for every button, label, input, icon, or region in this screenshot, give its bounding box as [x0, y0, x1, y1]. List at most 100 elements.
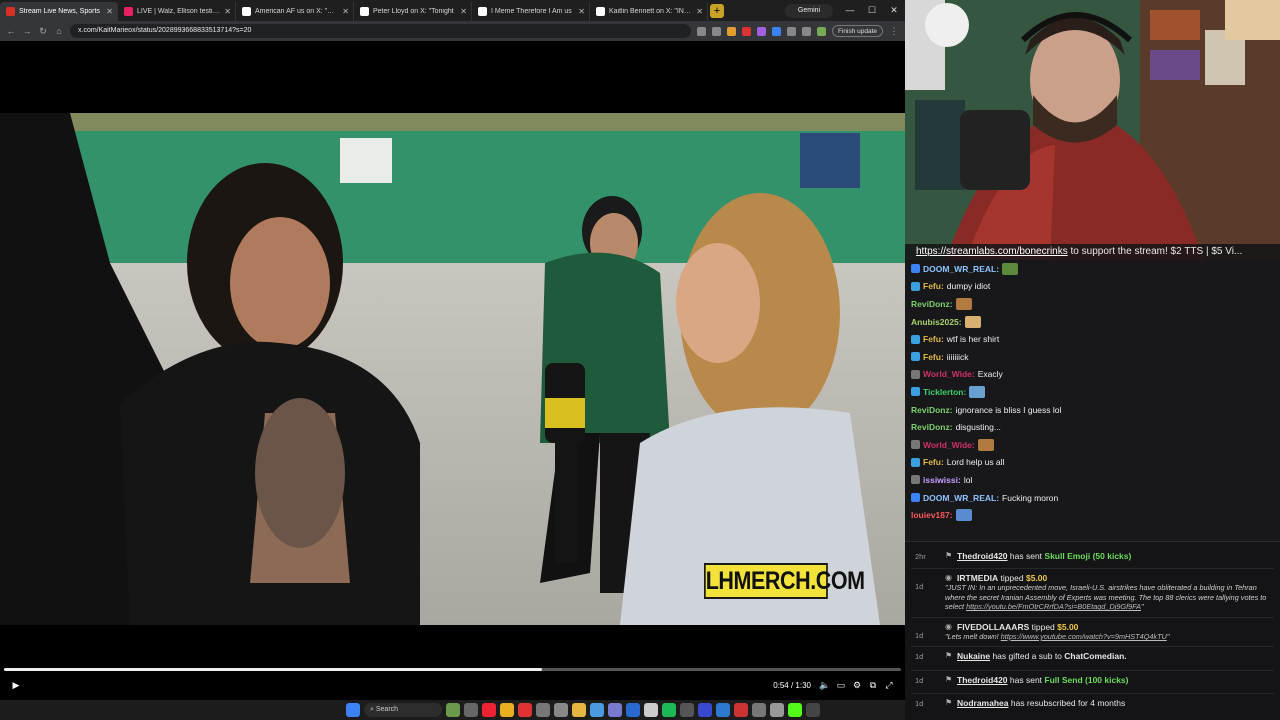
chat-username[interactable]: Fefu: — [923, 457, 944, 467]
chat-username[interactable]: issiwissi: — [923, 475, 961, 485]
chat-username[interactable]: World_Wide: — [923, 440, 975, 450]
maximize-icon[interactable]: ☐ — [861, 0, 883, 21]
app-icon[interactable] — [644, 703, 658, 717]
app-icon[interactable] — [734, 703, 748, 717]
taskbar-search[interactable]: ⌕ Search — [364, 703, 442, 717]
tab-american-af[interactable]: American AF us on X: "BRA ✕ — [236, 2, 354, 21]
chat-username[interactable]: ReviDonz: — [911, 422, 953, 432]
file-explorer-icon[interactable] — [572, 703, 586, 717]
chat-username[interactable]: DOOM_WR_REAL: — [923, 493, 999, 503]
address-bar-row: ← → ↻ ⌂ x.com/KaitMarieox/status/2028993… — [0, 21, 905, 41]
menu-icon[interactable]: ⋮ — [889, 26, 899, 37]
tab-i-meme[interactable]: I Meme Therefore I Am us ✕ — [472, 2, 590, 21]
app-icon[interactable] — [590, 703, 604, 717]
finish-update-button[interactable]: Finish update — [831, 25, 883, 37]
chat-username[interactable]: Fefu: — [923, 281, 944, 291]
spotify-icon[interactable] — [662, 703, 676, 717]
app-icon[interactable] — [770, 703, 784, 717]
event-user[interactable]: IRTMEDIA — [957, 573, 998, 583]
star-icon[interactable] — [711, 26, 721, 36]
kick-icon[interactable] — [788, 703, 802, 717]
chat-message: Ticklerton: — [911, 383, 1280, 401]
reload-icon[interactable]: ↻ — [38, 26, 48, 37]
close-icon[interactable]: ✕ — [224, 7, 231, 16]
back-icon[interactable]: ← — [6, 26, 16, 36]
event-line: Thedroid420 has sent Full Send (100 kick… — [957, 675, 1129, 685]
chat-message: ReviDonz: ignorance is bliss I guess lol — [911, 401, 1280, 419]
event-divider — [911, 568, 1274, 569]
event-age: 2hr — [915, 552, 926, 561]
new-tab-button[interactable]: + — [710, 4, 724, 18]
volume-icon[interactable]: 🔈 — [817, 680, 833, 691]
url-field[interactable]: x.com/KaitMarieox/status/202899366883351… — [70, 24, 691, 38]
video-frame[interactable] — [0, 113, 905, 625]
tab-walz-ellison[interactable]: LIVE | Walz, Ellison testify at Co ✕ — [118, 2, 236, 21]
tip-message-link[interactable]: https://www.youtube.com/watch?v=9mHST4Q4… — [1001, 632, 1167, 641]
chat-username[interactable]: Anubis2025: — [911, 317, 962, 327]
app-icon[interactable] — [482, 703, 496, 717]
video-progress-bar[interactable] — [4, 668, 901, 671]
event-user[interactable]: Nukaine — [957, 651, 990, 661]
close-icon[interactable]: ✕ — [460, 7, 467, 16]
extension-icon[interactable] — [756, 26, 766, 36]
app-icon[interactable] — [680, 703, 694, 717]
chat-username[interactable]: Fefu: — [923, 352, 944, 362]
app-icon[interactable] — [698, 703, 712, 717]
chat-username[interactable]: World_Wide: — [923, 369, 975, 379]
extension-icon[interactable] — [726, 26, 736, 36]
widgets-icon[interactable] — [446, 703, 460, 717]
screencast-icon[interactable] — [696, 26, 706, 36]
close-window-icon[interactable]: ✕ — [883, 0, 905, 21]
tip-message-text: "Lets melt down! — [945, 632, 1001, 641]
home-icon[interactable]: ⌂ — [54, 26, 64, 36]
app-icon[interactable] — [608, 703, 622, 717]
tab-stream-live[interactable]: Stream Live News, Sports ✕ — [0, 2, 118, 21]
captions-icon[interactable]: ▭ — [833, 680, 849, 691]
app-icon[interactable] — [752, 703, 766, 717]
chat-username[interactable]: ReviDonz: — [911, 405, 953, 415]
close-icon[interactable]: ✕ — [342, 7, 349, 16]
x-logo-icon — [242, 7, 251, 16]
windows-start-icon[interactable] — [346, 703, 360, 717]
pip-icon[interactable]: ⧉ — [865, 680, 881, 691]
settings-icon[interactable]: ⚙ — [849, 680, 865, 691]
chat-username[interactable]: Fefu: — [923, 334, 944, 344]
minimize-icon[interactable]: — — [839, 0, 861, 21]
close-icon[interactable]: ✕ — [696, 7, 703, 16]
tab-title: Kaitlin Bennett on X: "INSA — [609, 8, 693, 15]
app-icon[interactable] — [806, 703, 820, 717]
event-user[interactable]: FIVEDOLLAAARS — [957, 622, 1029, 632]
event-item-label: $5.00 — [1057, 622, 1079, 632]
app-icon[interactable] — [626, 703, 640, 717]
forward-icon[interactable]: → — [22, 26, 32, 36]
event-action: has resubscribed for 4 months — [1008, 698, 1126, 708]
chrome-icon[interactable] — [500, 703, 514, 717]
tab-kaitlin-bennett[interactable]: Kaitlin Bennett on X: "INSA ✕ — [590, 2, 708, 21]
sidebar-icon[interactable] — [801, 26, 811, 36]
task-view-icon[interactable] — [464, 703, 478, 717]
extension-icon[interactable] — [741, 26, 751, 36]
gemini-button[interactable]: Gemini — [785, 4, 833, 18]
tip-message-link[interactable]: https://youtu.be/FmOtrCRrfDA?si=B0Etagd_… — [966, 602, 1141, 611]
chat-message: World_Wide: — [911, 436, 1280, 454]
play-icon[interactable]: ▶ — [8, 680, 24, 691]
chat-username[interactable]: Ticklerton: — [923, 387, 966, 397]
event-user[interactable]: Nodramahea — [957, 698, 1009, 708]
puzzle-icon[interactable] — [786, 26, 796, 36]
event-user[interactable]: Thedroid420 — [957, 675, 1008, 685]
chat-username[interactable]: louiev187: — [911, 510, 953, 520]
profile-icon[interactable] — [816, 26, 826, 36]
app-icon[interactable] — [554, 703, 568, 717]
fullscreen-icon[interactable]: ⤢ — [881, 680, 897, 691]
chat-username[interactable]: DOOM_WR_REAL: — [923, 264, 999, 274]
extension-icon[interactable] — [771, 26, 781, 36]
app-icon[interactable] — [716, 703, 730, 717]
ticker-link[interactable]: https://streamlabs.com/bonecrinks — [916, 246, 1068, 257]
chat-username[interactable]: ReviDonz: — [911, 299, 953, 309]
app-icon[interactable] — [518, 703, 532, 717]
event-user[interactable]: Thedroid420 — [957, 551, 1008, 561]
close-icon[interactable]: ✕ — [106, 7, 113, 16]
tab-peter-lloyd[interactable]: Peter Lloyd on X: "Tonight ✕ — [354, 2, 472, 21]
app-icon[interactable] — [536, 703, 550, 717]
close-icon[interactable]: ✕ — [578, 7, 585, 16]
